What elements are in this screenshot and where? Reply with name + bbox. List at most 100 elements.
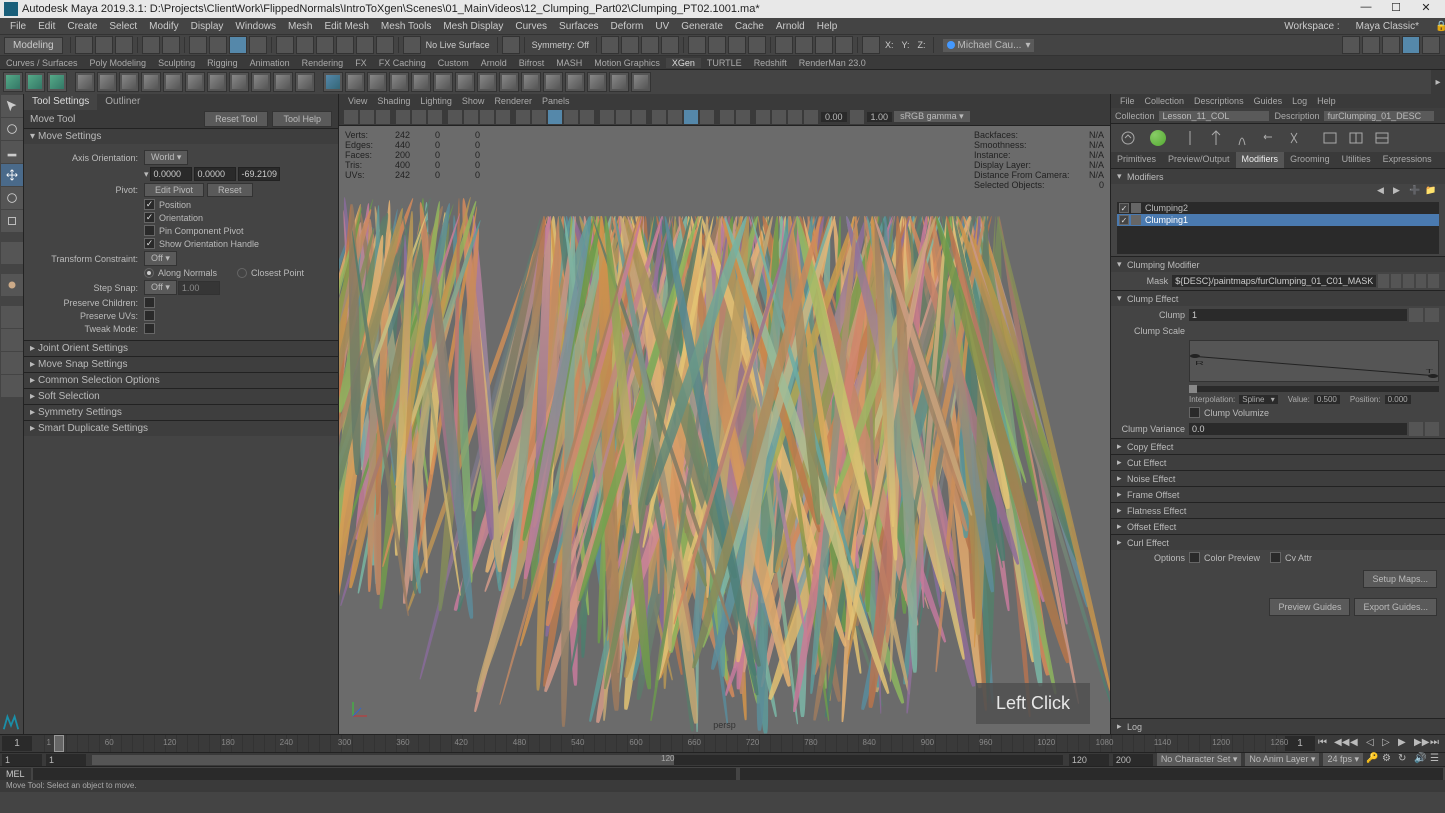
mask-reload-icon[interactable] xyxy=(1416,274,1427,288)
step-back-button[interactable]: ◀ xyxy=(1350,737,1364,751)
v-resolution-btn[interactable] xyxy=(480,110,494,124)
v-film-gate-btn[interactable] xyxy=(464,110,478,124)
menu-mesh[interactable]: Mesh xyxy=(282,21,318,32)
modeling-toolkit-button[interactable] xyxy=(1342,36,1360,54)
shelftab-motion[interactable]: Motion Graphics xyxy=(588,58,666,68)
step-forward-key-button[interactable]: ▶▶ xyxy=(1414,737,1428,751)
coord-z[interactable]: -69.2109 xyxy=(238,167,280,181)
xgen-import-icon[interactable] xyxy=(47,72,67,92)
coord-x[interactable]: 0.0000 xyxy=(150,167,192,181)
menu-windows[interactable]: Windows xyxy=(229,21,282,32)
attribute-editor-button[interactable] xyxy=(1382,36,1400,54)
interp-dropdown[interactable]: Spline ▾ xyxy=(1239,395,1278,404)
rmenu-descriptions[interactable]: Descriptions xyxy=(1189,96,1249,106)
playhead[interactable] xyxy=(54,735,64,752)
range-start-input[interactable]: 1 xyxy=(46,754,86,766)
mod-enable-checkbox[interactable] xyxy=(1119,215,1129,225)
rmenu-help[interactable]: Help xyxy=(1312,96,1341,106)
redo-button[interactable] xyxy=(162,36,180,54)
cv-menu-icon[interactable] xyxy=(1425,422,1439,436)
pin-pivot-checkbox[interactable] xyxy=(144,225,155,236)
v-xray-joints-btn[interactable] xyxy=(632,110,646,124)
step-back-key-button[interactable]: ◀◀ xyxy=(1334,737,1348,751)
xgen-brush-6[interactable] xyxy=(433,72,453,92)
anim-end-input[interactable]: 200 xyxy=(1113,754,1153,766)
mask-input[interactable]: ${DESC}/paintmaps/furClumping_01_C01_MAS… xyxy=(1172,275,1376,287)
mod-movedown-icon[interactable]: ▶ xyxy=(1393,185,1407,199)
close-button[interactable]: ✕ xyxy=(1411,1,1441,17)
time-slider[interactable]: 1 16012018024030036042048054060066072078… xyxy=(0,734,1445,752)
xgen-brush-7[interactable] xyxy=(455,72,475,92)
v-shaded-btn[interactable] xyxy=(532,110,546,124)
v-xray-btn[interactable] xyxy=(616,110,630,124)
select-component-button[interactable] xyxy=(229,36,247,54)
panel-side-button[interactable] xyxy=(748,36,766,54)
xgen-tool-1[interactable] xyxy=(75,72,95,92)
playback-prefs-button[interactable]: ⚙ xyxy=(1382,753,1396,767)
xgen-tool-5[interactable] xyxy=(163,72,183,92)
xgen-brush-5[interactable] xyxy=(411,72,431,92)
mask-menu-icon[interactable] xyxy=(1428,274,1439,288)
region-icon-2[interactable] xyxy=(1345,127,1367,149)
modifier-list[interactable]: Clumping2 Clumping1 xyxy=(1117,202,1439,254)
setup-maps-button[interactable]: Setup Maps... xyxy=(1363,570,1437,588)
clump-menu-icon[interactable] xyxy=(1425,308,1439,322)
modifier-clumping2[interactable]: Clumping2 xyxy=(1117,202,1439,214)
move-guide-icon[interactable] xyxy=(1205,127,1227,149)
v-isolate-btn[interactable] xyxy=(600,110,614,124)
menu-editmesh[interactable]: Edit Mesh xyxy=(318,21,374,32)
v-bookmark-btn[interactable] xyxy=(376,110,390,124)
menu-meshtools[interactable]: Mesh Tools xyxy=(375,21,437,32)
save-scene-button[interactable] xyxy=(115,36,133,54)
prefs-button[interactable]: ☰ xyxy=(1430,753,1444,767)
last-tool[interactable] xyxy=(1,242,23,264)
shelftab-custom[interactable]: Custom xyxy=(432,58,475,68)
v-dof-btn[interactable] xyxy=(700,110,714,124)
sound-button[interactable]: 🔊 xyxy=(1414,753,1428,767)
ramp-value-input[interactable]: 0.500 xyxy=(1314,395,1340,404)
xgen-brush-15[interactable] xyxy=(631,72,651,92)
preserve-children-checkbox[interactable] xyxy=(144,297,155,308)
tab-tool-settings[interactable]: Tool Settings xyxy=(24,94,97,110)
timeline-current-frame[interactable]: 1 xyxy=(2,736,32,751)
show-handle-checkbox[interactable] xyxy=(144,238,155,249)
render-settings-button[interactable] xyxy=(641,36,659,54)
shelftab-xgen[interactable]: XGen xyxy=(666,58,701,68)
cv-attr-checkbox[interactable] xyxy=(1270,552,1281,563)
human-ik-button[interactable] xyxy=(1362,36,1380,54)
character-set-dropdown[interactable]: No Character Set ▾ xyxy=(1157,753,1242,766)
move-snap-header[interactable]: ▸Move Snap Settings xyxy=(24,356,338,372)
panel-four-button[interactable] xyxy=(708,36,726,54)
mod-moveup-icon[interactable]: ◀ xyxy=(1377,185,1391,199)
rtab-preview[interactable]: Preview/Output xyxy=(1162,152,1236,168)
panel-two-button[interactable] xyxy=(728,36,746,54)
mask-paint-icon[interactable] xyxy=(1378,274,1389,288)
mask-save-icon[interactable] xyxy=(1391,274,1402,288)
open-scene-button[interactable] xyxy=(95,36,113,54)
v-grease-btn[interactable] xyxy=(428,110,442,124)
snap-curve-button[interactable] xyxy=(296,36,314,54)
vmenu-show[interactable]: Show xyxy=(457,96,490,106)
xgen-tool-3[interactable] xyxy=(119,72,139,92)
xgen-brush-9[interactable] xyxy=(499,72,519,92)
mod-enable-checkbox[interactable] xyxy=(1119,203,1129,213)
shelftab-rendering[interactable]: Rendering xyxy=(296,58,350,68)
v-label-btn[interactable] xyxy=(804,110,818,124)
v-motionblur-btn[interactable] xyxy=(668,110,682,124)
pause-button[interactable] xyxy=(835,36,853,54)
v-camera-btn[interactable] xyxy=(360,110,374,124)
xgen-brush-4[interactable] xyxy=(389,72,409,92)
coord-y[interactable]: 0.0000 xyxy=(194,167,236,181)
xgen-brush-3[interactable] xyxy=(367,72,387,92)
v-colorspace-dropdown[interactable]: sRGB gamma ▾ xyxy=(894,111,970,122)
shelftab-curves[interactable]: Curves / Surfaces xyxy=(0,58,84,68)
xgen-tool-11[interactable] xyxy=(295,72,315,92)
shelftab-turtle[interactable]: TURTLE xyxy=(701,58,748,68)
offset-effect-section[interactable]: ▸Offset Effect xyxy=(1111,518,1445,534)
snap-live-button[interactable] xyxy=(376,36,394,54)
shelftab-mash[interactable]: MASH xyxy=(550,58,588,68)
vp ortho-btn[interactable] xyxy=(344,110,358,124)
xgen-brush-1[interactable] xyxy=(323,72,343,92)
mel-input[interactable] xyxy=(33,768,736,780)
shelftab-poly[interactable]: Poly Modeling xyxy=(84,58,153,68)
